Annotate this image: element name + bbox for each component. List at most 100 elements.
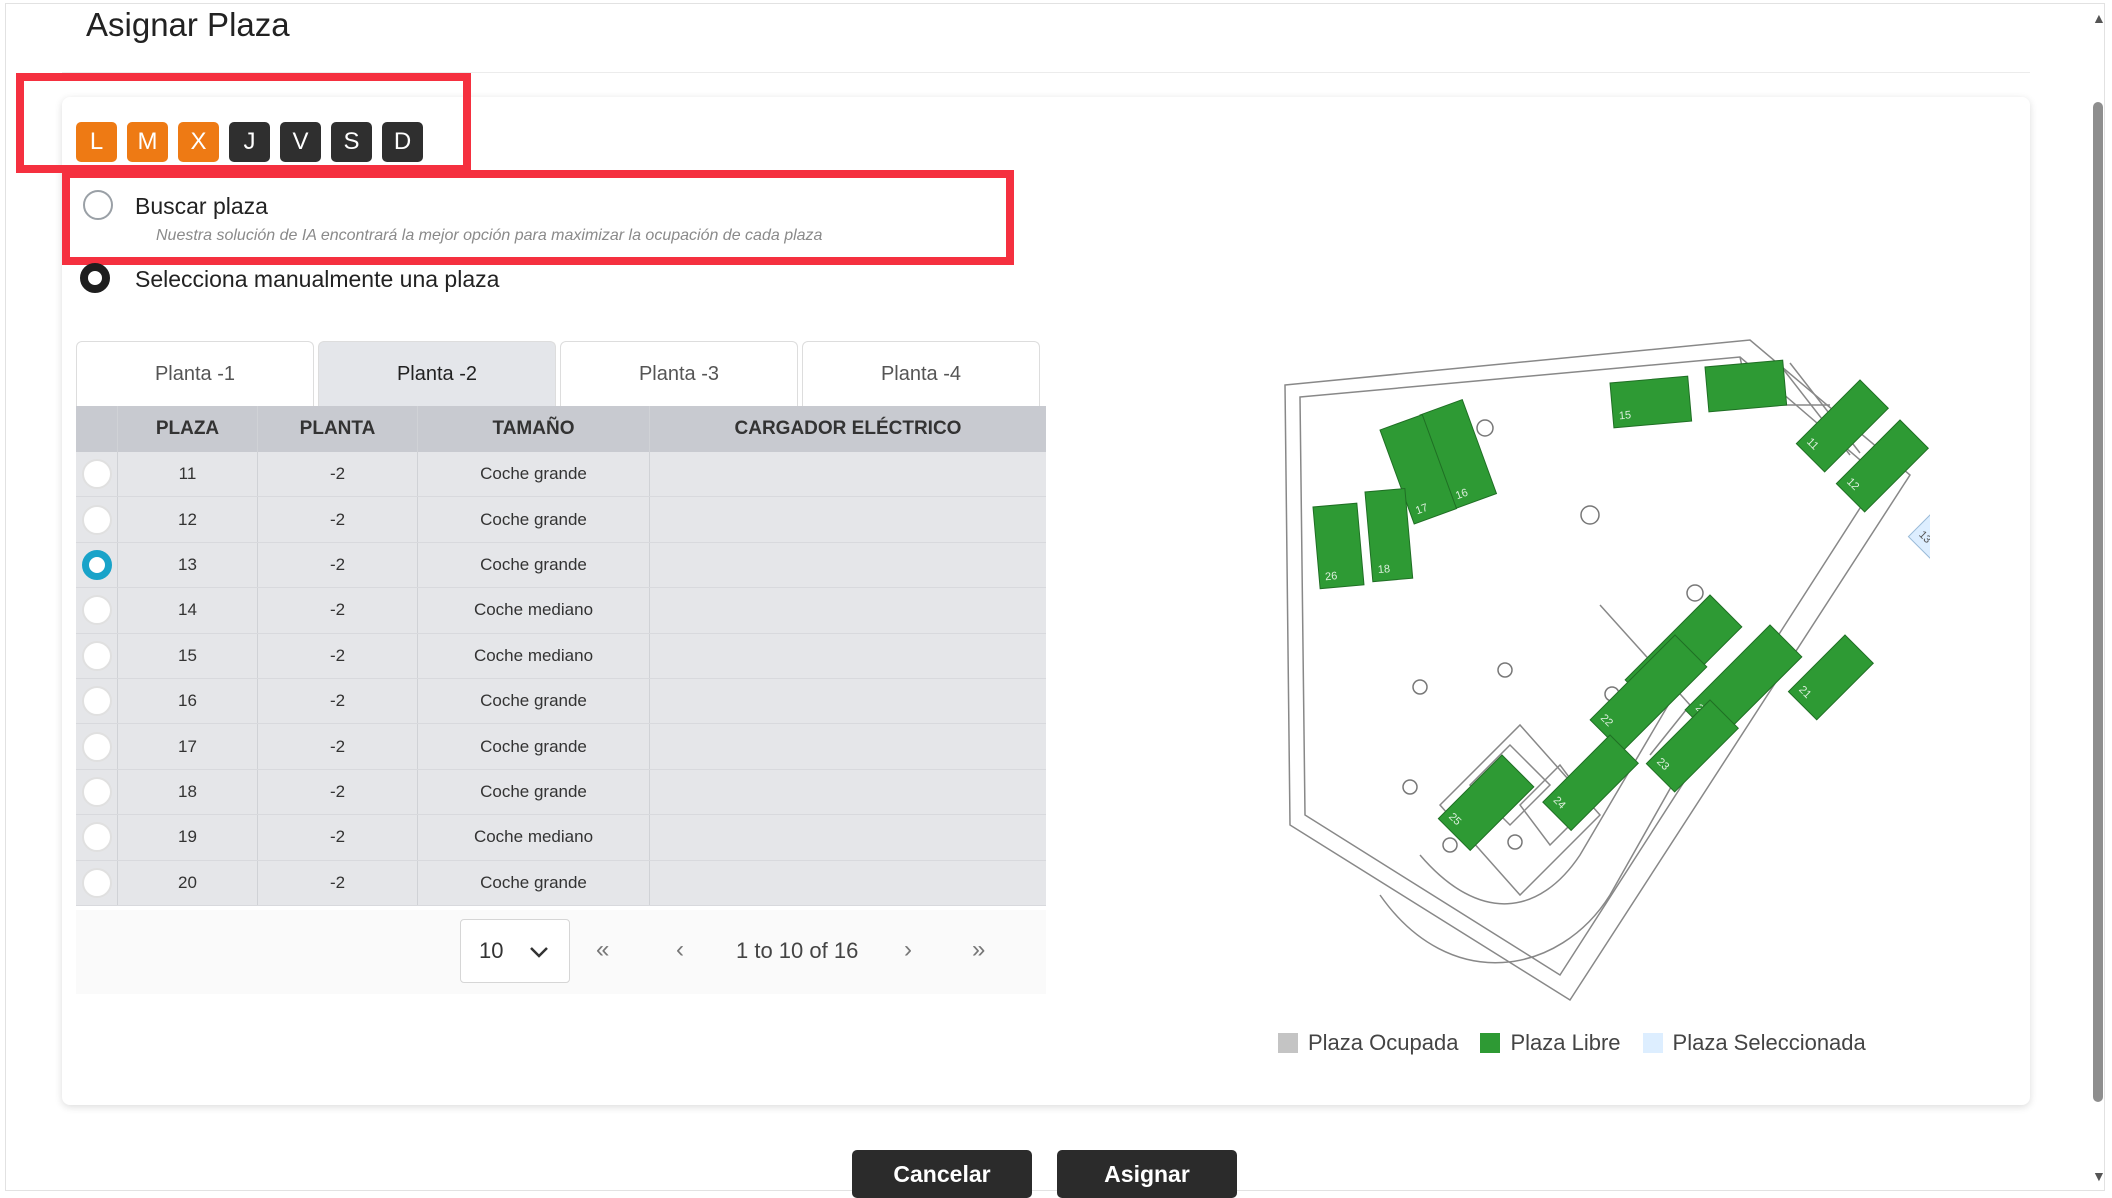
table-row[interactable]: 19 -2 Coche mediano [76, 815, 1046, 861]
prev-page-button[interactable]: ‹ [676, 936, 684, 964]
map-spot-label: 18 [1377, 563, 1390, 576]
dialog-title: Asignar Plaza [86, 6, 290, 43]
search-plaza-label: Buscar plaza [135, 193, 268, 219]
table-row[interactable]: 15 -2 Coche mediano [76, 633, 1046, 679]
tab-planta-3[interactable]: Planta -3 [560, 341, 798, 406]
header-cargador[interactable]: CARGADOR ELÉCTRICO [650, 406, 1046, 452]
row-select-radio[interactable] [81, 640, 112, 671]
cell-tamano: Coche grande [418, 542, 650, 588]
map-legend: Plaza Ocupada Plaza Libre Plaza Seleccio… [1278, 1030, 1888, 1056]
legend-free-label: Plaza Libre [1510, 1030, 1621, 1055]
cell-cargador [650, 543, 1046, 587]
legend-selected-swatch [1642, 1033, 1663, 1053]
legend-free: Plaza Libre [1480, 1030, 1621, 1056]
table-row[interactable]: 16 -2 Coche grande [76, 678, 1046, 725]
map-spot-14[interactable] [1704, 359, 1788, 413]
tab-planta-1[interactable]: Planta -1 [76, 341, 314, 406]
table-row[interactable]: 13 -2 Coche grande [76, 542, 1046, 589]
cell-planta: -2 [258, 588, 418, 633]
row-select-radio[interactable] [81, 776, 112, 807]
row-select-radio[interactable] [81, 504, 112, 535]
legend-selected: Plaza Seleccionada [1642, 1030, 1866, 1056]
cell-cargador [650, 452, 1046, 496]
tab-planta-2[interactable]: Planta -2 [318, 341, 556, 406]
cell-planta: -2 [258, 724, 418, 769]
row-select-radio[interactable] [81, 549, 112, 580]
map-spot-21[interactable]: 21 [1787, 634, 1874, 721]
scroll-up-icon[interactable]: ▲ [2092, 10, 2106, 26]
legend-occupied-label: Plaza Ocupada [1308, 1030, 1459, 1055]
cell-cargador [650, 497, 1046, 541]
cell-plaza: 20 [118, 860, 258, 905]
row-select-radio[interactable] [81, 459, 112, 490]
header-plaza[interactable]: PLAZA [118, 406, 258, 452]
cell-cargador [650, 679, 1046, 723]
chevron-down-icon [529, 938, 549, 964]
cell-plaza: 17 [118, 724, 258, 769]
row-select-radio[interactable] [81, 822, 112, 853]
table-body: 11 -2 Coche grande 12 -2 Coche grande 13 -2 Coch… [76, 452, 1046, 906]
tab-planta-4[interactable]: Planta -4 [802, 341, 1040, 406]
legend-free-swatch [1480, 1033, 1501, 1053]
header-tamano[interactable]: TAMAÑO [418, 406, 650, 452]
annotation-highlight-days [16, 73, 471, 173]
row-select-cell [76, 860, 118, 905]
cell-planta: -2 [258, 452, 418, 497]
cell-tamano: Coche mediano [418, 633, 650, 678]
search-plaza-radio[interactable] [83, 190, 113, 220]
map-spot-26[interactable]: 26 [1312, 502, 1365, 590]
manual-select-radio[interactable] [80, 263, 110, 293]
cell-tamano: Coche grande [418, 724, 650, 769]
next-page-button[interactable]: › [904, 936, 912, 964]
cell-planta: -2 [258, 678, 418, 724]
cell-tamano: Coche grande [418, 497, 650, 542]
cell-planta: -2 [258, 769, 418, 815]
cell-planta: -2 [258, 633, 418, 678]
row-select-radio[interactable] [81, 867, 112, 898]
map-spot-18[interactable]: 18 [1364, 487, 1414, 583]
cell-plaza: 18 [118, 769, 258, 815]
row-select-cell [76, 724, 118, 769]
cell-planta: -2 [258, 860, 418, 905]
legend-occupied-swatch [1278, 1033, 1298, 1053]
page-size-select[interactable]: 10 [460, 919, 570, 983]
cell-cargador [650, 588, 1046, 632]
row-select-cell [76, 633, 118, 678]
scrollbar-thumb[interactable] [2093, 102, 2103, 1102]
cell-plaza: 19 [118, 815, 258, 860]
cell-tamano: Coche mediano [418, 815, 650, 860]
scroll-down-icon[interactable]: ▼ [2092, 1168, 2106, 1184]
row-select-radio[interactable] [81, 686, 112, 717]
table-row[interactable]: 17 -2 Coche grande [76, 724, 1046, 770]
table-row[interactable]: 18 -2 Coche grande [76, 769, 1046, 816]
map-spot-13[interactable]: 13 [1907, 479, 1994, 566]
last-page-button[interactable]: » [972, 936, 985, 964]
legend-occupied: Plaza Ocupada [1278, 1030, 1458, 1056]
map-spot-24[interactable]: 24 [1542, 734, 1639, 832]
cell-tamano: Coche grande [418, 860, 650, 905]
cell-plaza: 12 [118, 497, 258, 542]
cell-cargador [650, 724, 1046, 768]
cell-planta: -2 [258, 815, 418, 860]
legend-selected-label: Plaza Seleccionada [1672, 1030, 1866, 1055]
cell-cargador [650, 770, 1046, 814]
map-spot-15[interactable]: 15 [1609, 375, 1693, 429]
cell-planta: -2 [258, 497, 418, 542]
row-select-radio[interactable] [81, 595, 112, 626]
cell-tamano: Coche grande [418, 769, 650, 815]
table-row[interactable]: 14 -2 Coche mediano [76, 588, 1046, 634]
table-row[interactable]: 11 -2 Coche grande [76, 452, 1046, 498]
cell-plaza: 16 [118, 678, 258, 724]
map-spot-label: 15 [1618, 409, 1631, 422]
spots-table: PLAZA PLANTA TAMAÑO CARGADOR ELÉCTRICO 1… [76, 406, 1046, 906]
table-row[interactable]: 20 -2 Coche grande [76, 860, 1046, 906]
header-planta[interactable]: PLANTA [258, 406, 418, 452]
search-plaza-hint: Nuestra solución de IA encontrará la mej… [156, 227, 823, 244]
first-page-button[interactable]: « [596, 936, 609, 964]
map-spot-label: 26 [1325, 570, 1338, 583]
floor-plan-map: 111213151617181920212223242526 [1270, 335, 1994, 1020]
table-row[interactable]: 12 -2 Coche grande [76, 497, 1046, 543]
row-select-radio[interactable] [81, 731, 112, 762]
cell-plaza: 11 [118, 452, 258, 497]
vertical-scrollbar[interactable]: ▲ ▼ [2090, 10, 2108, 1186]
